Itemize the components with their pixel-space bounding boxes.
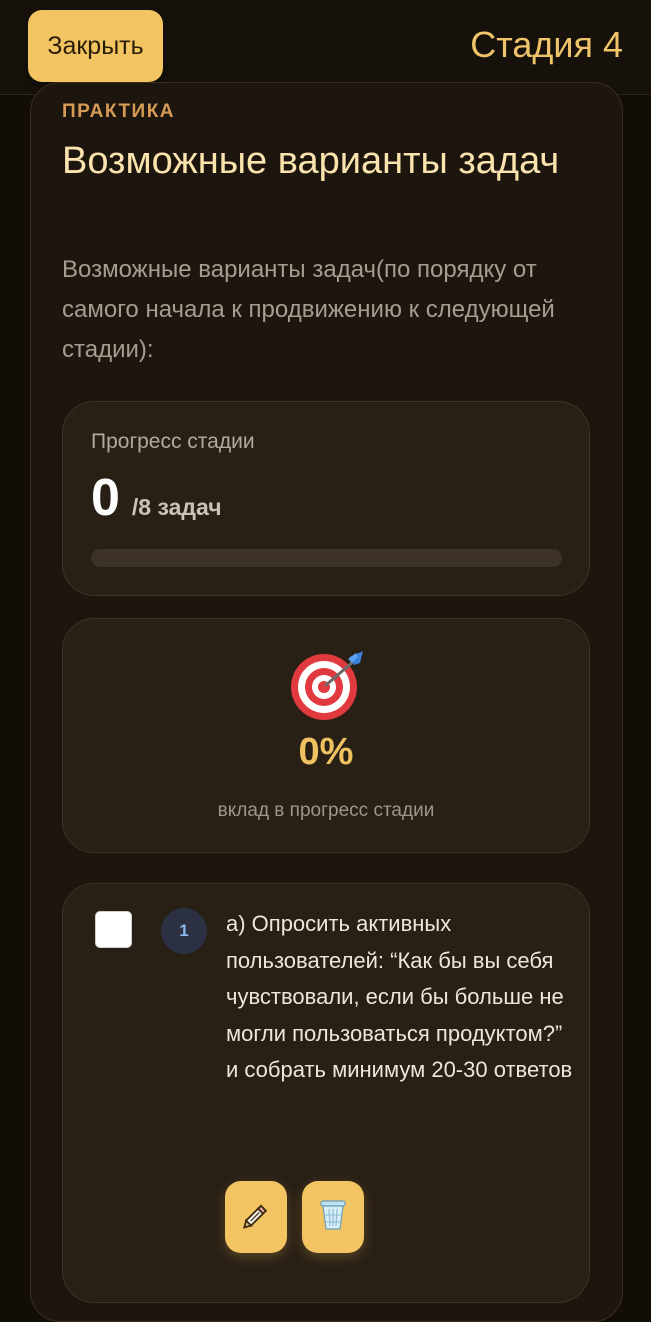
progress-total: /8 задач xyxy=(131,494,222,520)
task-card: 1 а) Опросить активных пользователей: “К… xyxy=(62,883,590,1303)
contribution-percent: 0% xyxy=(298,731,354,773)
stage-progress-card: Прогресс стадии 0 /8 задач xyxy=(62,401,590,596)
target-dart-icon xyxy=(288,647,368,722)
contribution-card: 0% вклад в прогресс стадии xyxy=(62,618,590,853)
task-number-badge: 1 xyxy=(161,908,207,954)
progress-bar xyxy=(91,549,562,567)
contribution-caption: вклад в прогресс стадии xyxy=(217,800,435,821)
progress-done-count: 0 xyxy=(91,469,120,527)
page-title: Возможные варианты задач xyxy=(62,140,560,182)
top-bar: Закрыть Стадия 4 xyxy=(0,0,651,95)
delete-task-button[interactable] xyxy=(302,1181,364,1253)
task-checkbox[interactable] xyxy=(95,911,132,948)
pencil-icon xyxy=(242,1201,270,1234)
task-text: а) Опросить активных пользователей: “Как… xyxy=(226,911,573,1082)
progress-label: Прогресс стадии xyxy=(91,430,255,453)
close-button[interactable]: Закрыть xyxy=(28,10,163,82)
trash-can-icon xyxy=(318,1198,348,1237)
section-label: ПРАКТИКА xyxy=(62,101,176,122)
progress-count: 0 /8 задач xyxy=(91,470,222,526)
stage-title: Стадия 4 xyxy=(470,24,623,65)
section-description: Возможные варианты задач(по порядку от с… xyxy=(62,256,555,363)
edit-task-button[interactable] xyxy=(225,1181,287,1253)
